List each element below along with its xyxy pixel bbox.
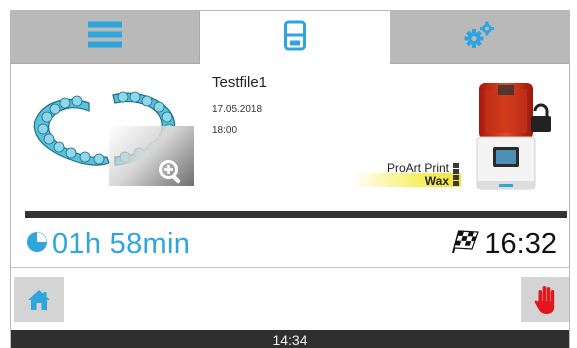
material-brand: ProArt Print [386,161,449,175]
print-progress-fill [25,211,567,218]
printer-tab-icon [284,20,306,55]
remaining-time-value: 01h 58min [52,227,191,260]
tab-print-job[interactable] [199,11,391,64]
zoom-icon[interactable] [158,159,184,190]
gears-icon [464,21,496,54]
finish-time: 16:32 [450,224,557,264]
material-type: Wax [424,174,449,188]
material-level-icon [453,163,459,187]
finish-time-value: 16:32 [484,227,557,260]
tab-bar [11,11,569,64]
checkered-flag-icon [450,229,480,260]
stop-button[interactable] [521,277,569,322]
material-label: ProArt Print Wax [351,161,461,189]
divider [11,267,569,268]
menu-icon [88,21,122,53]
stop-hand-icon [534,285,555,314]
pie-clock-icon [26,231,48,258]
home-icon [28,289,50,310]
remaining-time: 01h 58min [26,224,190,264]
status-bar: 14:34 [11,330,569,348]
job-date: 17.05.2018 [212,104,263,115]
tab-settings[interactable] [390,11,569,64]
printer-screen: Testfile1 17.05.2018 18:00 ProArt Print … [10,10,570,348]
tab-menu[interactable] [11,11,199,64]
job-start-time: 18:00 [212,125,238,136]
status-bar-clock: 14:34 [272,332,308,348]
job-name: Testfile1 [212,74,268,91]
printer-image [471,81,551,198]
lock-icon [531,103,551,132]
print-progress-bar [25,211,567,218]
home-button[interactable] [14,277,64,322]
